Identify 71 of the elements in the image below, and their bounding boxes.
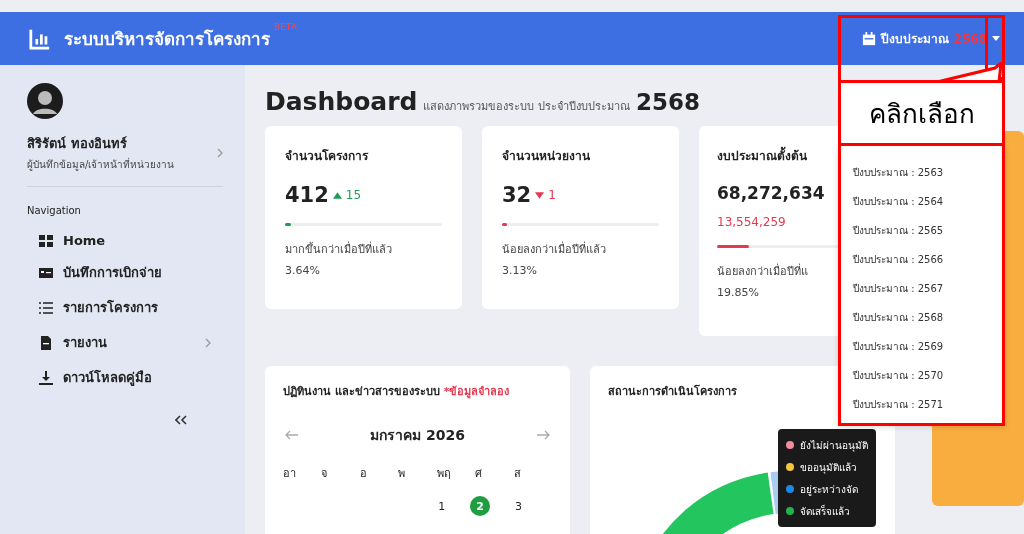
stat-value: 32 xyxy=(502,183,532,207)
download-icon xyxy=(39,370,53,385)
year-label: ปีงบประมาณ xyxy=(880,31,949,48)
sample-data-note: *ข้อมูลจำลอง xyxy=(443,385,510,398)
year-value: 2568 xyxy=(953,31,987,46)
stat-note: น้อยลงกว่าเมื่อปีที่แ xyxy=(717,262,809,280)
weekday-label: พฤ xyxy=(436,466,452,482)
stat-change: 15 xyxy=(345,188,362,202)
caret-icon xyxy=(992,36,1000,41)
user-role: ผู้บันทึกข้อมูล/เจ้าหน้าที่หน่วยงาน xyxy=(27,157,175,172)
weekday-label: ศ xyxy=(475,466,484,482)
section-label: Navigation xyxy=(27,205,82,216)
legend-label: ขออนุมัติแล้ว xyxy=(800,460,857,475)
grid-icon xyxy=(39,233,53,248)
dropdown-option[interactable]: ปีงบประมาณ : 2571 xyxy=(853,395,944,414)
page-year: 2568 xyxy=(635,89,700,115)
list-icon xyxy=(39,300,53,315)
month-title: มกราคม 2026 xyxy=(370,426,465,445)
dropdown-option[interactable]: ปีงบประมาณ : 2563 xyxy=(853,163,944,182)
dropdown-option[interactable]: ปีงบประมาณ : 2566 xyxy=(853,250,944,269)
calendar-icon xyxy=(861,31,876,46)
nav-item[interactable]: รายการโครงการ xyxy=(63,297,158,318)
legend-label: ยังไม่ผ่านอนุมัติ xyxy=(800,438,868,453)
dropdown-option[interactable]: ปีงบประมาณ : 2564 xyxy=(853,192,944,211)
stat-difference: 13,554,259 xyxy=(717,215,787,229)
stat-percent: 3.13% xyxy=(502,264,538,277)
dropdown-option[interactable]: ปีงบประมาณ : 2570 xyxy=(853,366,944,385)
chevron-right-icon xyxy=(205,337,211,348)
nav-item[interactable]: ดาวน์โหลดคู่มือ xyxy=(63,367,152,388)
stat-value: 68,272,634 xyxy=(717,183,825,203)
stat-title: จำนวนโครงการ xyxy=(285,148,370,165)
id-card-icon xyxy=(39,265,53,280)
chevron-right-icon[interactable] xyxy=(217,147,223,158)
page-title: Dashboard xyxy=(265,87,418,116)
card-title: ปฏิทินงาน และข่าวสารของระบบ xyxy=(283,385,440,398)
document-icon xyxy=(39,335,53,350)
dropdown-option[interactable]: ปีงบประมาณ : 2569 xyxy=(853,337,944,356)
stat-value: 412 xyxy=(285,183,329,207)
weekday-label: พ xyxy=(398,466,407,482)
stat-percent: 3.64% xyxy=(285,264,321,277)
page-subtitle: แสดงภาพรวมของระบบ ประจำปีงบประมาณ xyxy=(423,99,630,115)
dropdown-option[interactable]: ปีงบประมาณ : 2565 xyxy=(853,221,944,240)
year-selector[interactable]: ปีงบประมาณ 2568 xyxy=(857,25,1004,52)
stat-title: จำนวนหน่วยงาน xyxy=(502,148,591,165)
legend-label: จัดเสร็จแล้ว xyxy=(800,503,850,519)
nav-item[interactable]: รายงาน xyxy=(63,332,107,353)
weekday-label: อา xyxy=(283,466,297,482)
next-arrow-icon[interactable] xyxy=(536,430,550,440)
weekday-label: จ xyxy=(321,466,329,482)
stat-change: 1 xyxy=(548,188,556,202)
beta-label: BETA xyxy=(274,22,297,32)
weekday-label: อ xyxy=(359,466,368,482)
calendar-day[interactable]: 1 xyxy=(431,496,452,516)
app-title: ระบบบริหารจัดการโครงการ xyxy=(64,28,270,51)
legend-label: อยู่ระหว่างจัด xyxy=(800,482,858,497)
stat-note: มากขึ้นกว่าเมื่อปีที่แล้ว xyxy=(285,240,393,258)
calendar-day[interactable]: 2 xyxy=(470,496,491,516)
card-title: สถานะการดำเนินโครงการ xyxy=(608,383,738,400)
user-name: สิริรัตน์ ทองอินทร์ xyxy=(27,135,128,153)
weekday-label: ส xyxy=(513,466,522,482)
dropdown-option[interactable]: ปีงบประมาณ : 2567 xyxy=(853,279,944,298)
collapse-icon[interactable] xyxy=(175,415,187,425)
calendar-day[interactable]: 3 xyxy=(508,496,529,516)
bar-chart-icon xyxy=(28,27,52,50)
nav-item[interactable]: Home xyxy=(63,233,106,248)
dropdown-option[interactable]: ปีงบประมาณ : 2568 xyxy=(853,308,944,327)
avatar-icon xyxy=(27,83,63,119)
previous-arrow-icon[interactable] xyxy=(285,430,299,440)
stat-title: งบประมาณตั้งต้น xyxy=(717,146,876,165)
stat-note: น้อยลงกว่าเมื่อปีที่แล้ว xyxy=(502,240,607,258)
nav-item[interactable]: บันทึกการเบิกจ่าย xyxy=(63,262,162,283)
